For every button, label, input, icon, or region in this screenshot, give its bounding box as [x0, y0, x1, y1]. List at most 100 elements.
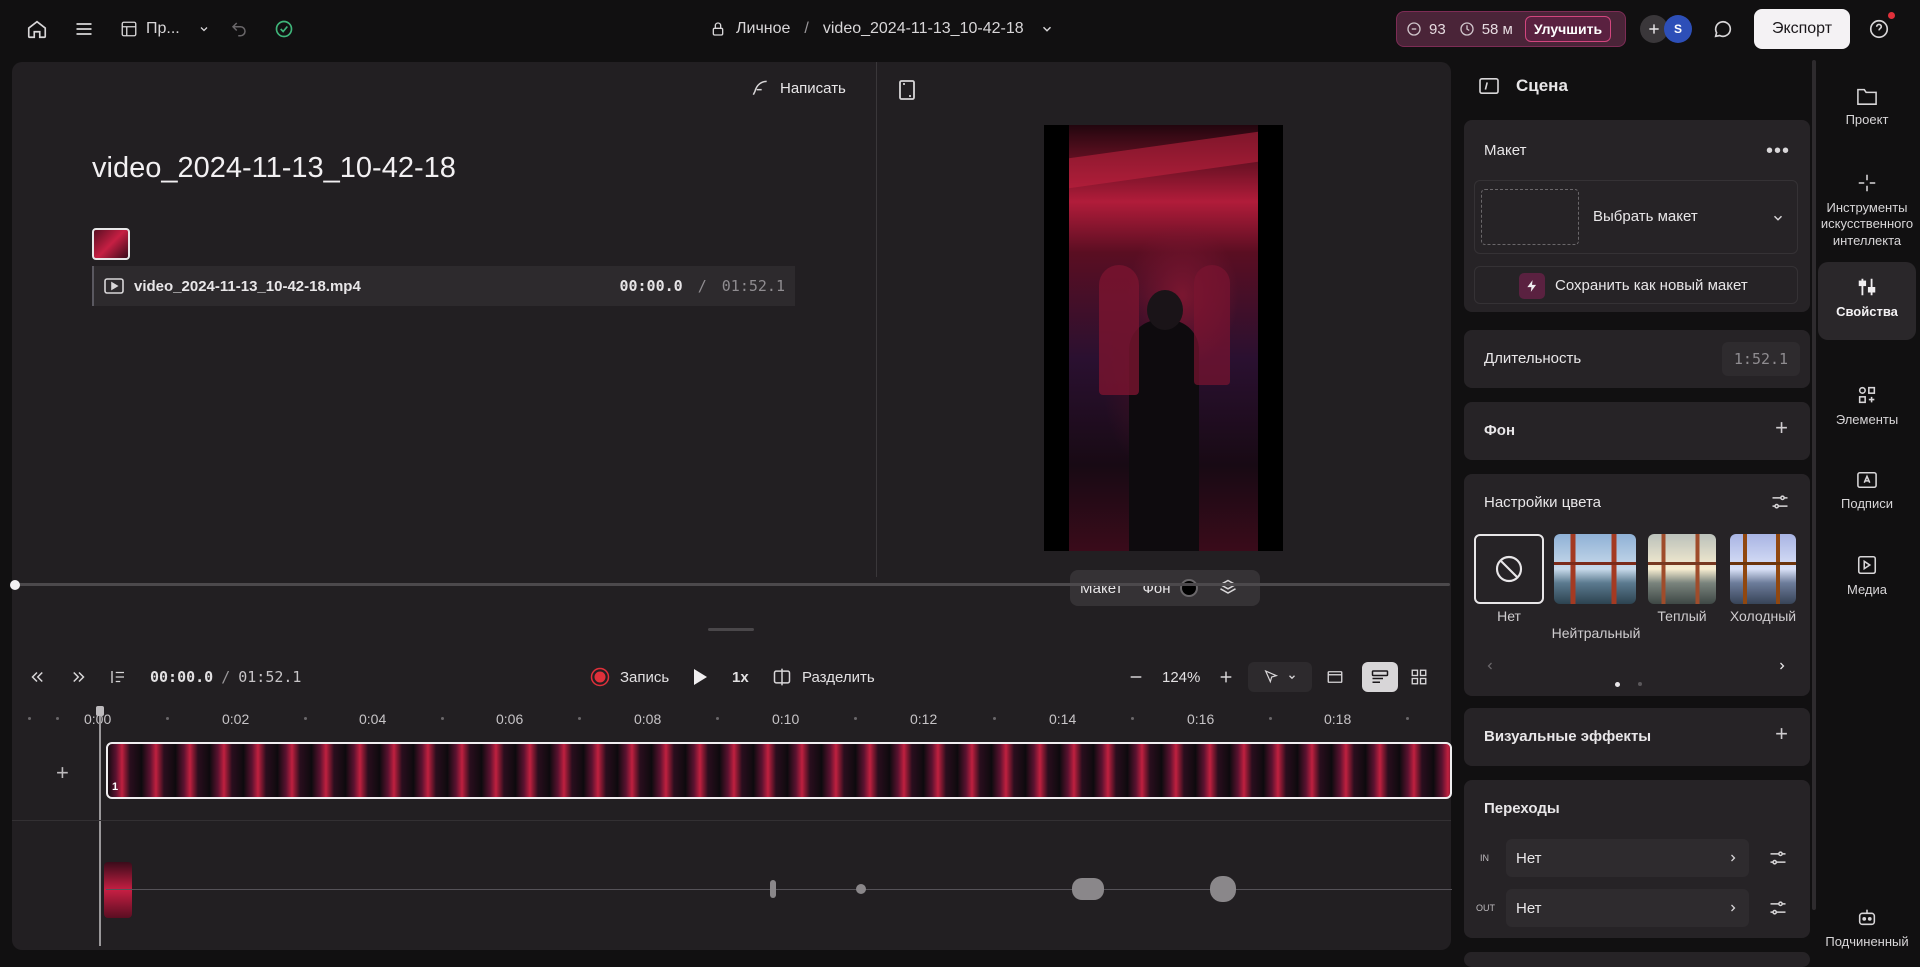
nav-ai-tools[interactable]: Инструменты искусственного интеллекта	[1818, 172, 1916, 249]
ruler-tick-label: 0:18	[1324, 711, 1352, 727]
folder-icon	[1856, 86, 1878, 106]
duration-input[interactable]: 1:52.1	[1722, 342, 1800, 376]
zoom-out-button[interactable]	[1128, 662, 1144, 692]
breadcrumb-separator: /	[804, 20, 809, 37]
clip-name: video_2024-11-13_10-42-18.mp4	[134, 277, 361, 295]
transition-in-settings-icon[interactable]	[1768, 848, 1788, 868]
add-collaborator-button[interactable]: S	[1640, 14, 1692, 44]
nav-captions[interactable]: Подписи	[1818, 470, 1916, 512]
selection-tool-dropdown[interactable]	[1248, 662, 1312, 692]
lock-icon	[710, 20, 726, 38]
comments-button[interactable]	[1712, 14, 1734, 44]
nav-ai-tools-label: Инструменты искусственного интеллекта	[1820, 200, 1914, 248]
fit-view-button[interactable]	[1326, 662, 1344, 692]
nav-elements[interactable]: Элементы	[1818, 384, 1916, 428]
breadcrumb-space[interactable]: Личное	[736, 20, 790, 38]
menu-button[interactable]	[74, 14, 94, 44]
add-background-icon[interactable]: +	[1775, 415, 1788, 441]
nav-subordinate[interactable]: Подчиненный	[1818, 906, 1916, 950]
speed-button[interactable]: 1x	[732, 662, 749, 692]
aspect-ratio-button[interactable]	[898, 80, 916, 103]
transition-in-value: Нет	[1516, 849, 1542, 867]
swatch-warm[interactable]	[1648, 534, 1716, 604]
scene-icon	[1478, 77, 1500, 95]
playhead[interactable]	[99, 708, 101, 946]
carousel-next-icon[interactable]	[1776, 659, 1788, 673]
background-tab[interactable]: Фон	[1132, 570, 1208, 606]
transition-out-select[interactable]: Нет	[1506, 889, 1749, 927]
breadcrumb-file[interactable]: video_2024-11-13_10-42-18	[823, 20, 1024, 38]
help-button[interactable]	[1868, 12, 1895, 44]
timeline-time: 00:00.0 / 01:52.1	[150, 662, 301, 692]
timeline-view-button[interactable]	[1362, 662, 1398, 692]
carousel-dot-active[interactable]	[1615, 682, 1620, 687]
transitions-label: Переходы	[1484, 800, 1560, 817]
split-button[interactable]: Разделить	[772, 662, 875, 692]
audio-waveform[interactable]	[106, 889, 1452, 890]
ruler-dot	[854, 717, 857, 720]
time-left: 58 м	[1481, 20, 1513, 38]
more-options-icon[interactable]: •••	[1766, 140, 1790, 163]
project-dropdown[interactable]: Пр...	[120, 14, 210, 44]
ruler-dot	[716, 717, 719, 720]
audio-track-thumbnail[interactable]	[104, 862, 132, 918]
save-layout-button[interactable]: Сохранить как новый макет	[1474, 266, 1798, 304]
properties-scrollbar[interactable]	[1812, 60, 1816, 910]
export-button[interactable]: Экспорт	[1754, 9, 1850, 49]
nav-properties-label: Свойства	[1836, 304, 1898, 319]
clip-thumbnail[interactable]	[92, 228, 130, 260]
carousel-dot[interactable]	[1638, 682, 1642, 686]
grid-view-button[interactable]	[1410, 662, 1428, 692]
fit-timeline-icon	[1326, 668, 1344, 686]
transition-in-select[interactable]: Нет	[1506, 839, 1749, 877]
credits-panel[interactable]: 93 58 м Улучшить	[1396, 11, 1626, 47]
zoom-in-button[interactable]	[1218, 662, 1234, 692]
record-button[interactable]: Запись	[590, 662, 669, 692]
nav-project[interactable]: Проект	[1818, 86, 1916, 128]
undo-button[interactable]	[230, 14, 248, 44]
swatch-cool[interactable]	[1730, 534, 1796, 604]
layout-tab[interactable]: Макет	[1070, 570, 1132, 606]
skip-forward-button[interactable]	[70, 662, 88, 692]
carousel-prev-icon[interactable]	[1484, 659, 1496, 673]
nav-properties[interactable]: Свойства	[1818, 262, 1916, 340]
write-button[interactable]: Написать	[750, 78, 846, 98]
ruler-dot	[1131, 717, 1134, 720]
skip-back-button[interactable]	[28, 662, 46, 692]
choose-layout-label: Выбрать макет	[1593, 208, 1698, 225]
transition-out-settings-icon[interactable]	[1768, 898, 1788, 918]
ruler-tick-label: 0:06	[496, 711, 524, 727]
scrubber-handle[interactable]	[10, 580, 20, 590]
visual-effects-card[interactable]: Визуальные эффекты +	[1464, 708, 1810, 766]
upgrade-button[interactable]: Улучшить	[1524, 16, 1612, 42]
nav-media[interactable]: Медиа	[1818, 554, 1916, 598]
chapters-button[interactable]	[108, 662, 128, 692]
video-preview[interactable]	[1044, 125, 1283, 551]
playback-scrubber[interactable]	[14, 583, 1450, 586]
sliders-icon[interactable]	[1770, 492, 1790, 512]
layers-button[interactable]	[1208, 570, 1248, 606]
in-label: IN	[1480, 853, 1489, 863]
save-layout-label: Сохранить как новый макет	[1555, 276, 1748, 294]
avatar[interactable]: S	[1664, 15, 1692, 43]
double-chevron-right-icon	[70, 668, 88, 686]
script-title[interactable]: video_2024-11-13_10-42-18	[92, 152, 456, 185]
background-card[interactable]: Фон +	[1464, 402, 1810, 460]
duration-label: Длительность	[1484, 350, 1582, 367]
clip-row[interactable]: video_2024-11-13_10-42-18.mp4 00:00.0 / …	[92, 266, 795, 306]
play-button[interactable]	[692, 662, 708, 692]
playhead-handle[interactable]	[96, 706, 104, 716]
swatch-neutral[interactable]	[1554, 534, 1636, 604]
breadcrumb[interactable]: Личное / video_2024-11-13_10-42-18	[710, 14, 1054, 44]
ruler-dot	[1269, 717, 1272, 720]
background-label: Фон	[1484, 422, 1516, 439]
add-effect-icon[interactable]: +	[1775, 721, 1788, 747]
choose-layout-dropdown[interactable]: Выбрать макет	[1474, 180, 1798, 254]
video-track-clip[interactable]: 1	[106, 742, 1452, 799]
swatch-none[interactable]	[1474, 534, 1544, 604]
home-button[interactable]	[26, 14, 48, 44]
ruler-dot	[1406, 717, 1409, 720]
add-track-button[interactable]: +	[56, 760, 69, 786]
resize-handle[interactable]	[708, 628, 754, 631]
home-icon	[26, 18, 48, 40]
